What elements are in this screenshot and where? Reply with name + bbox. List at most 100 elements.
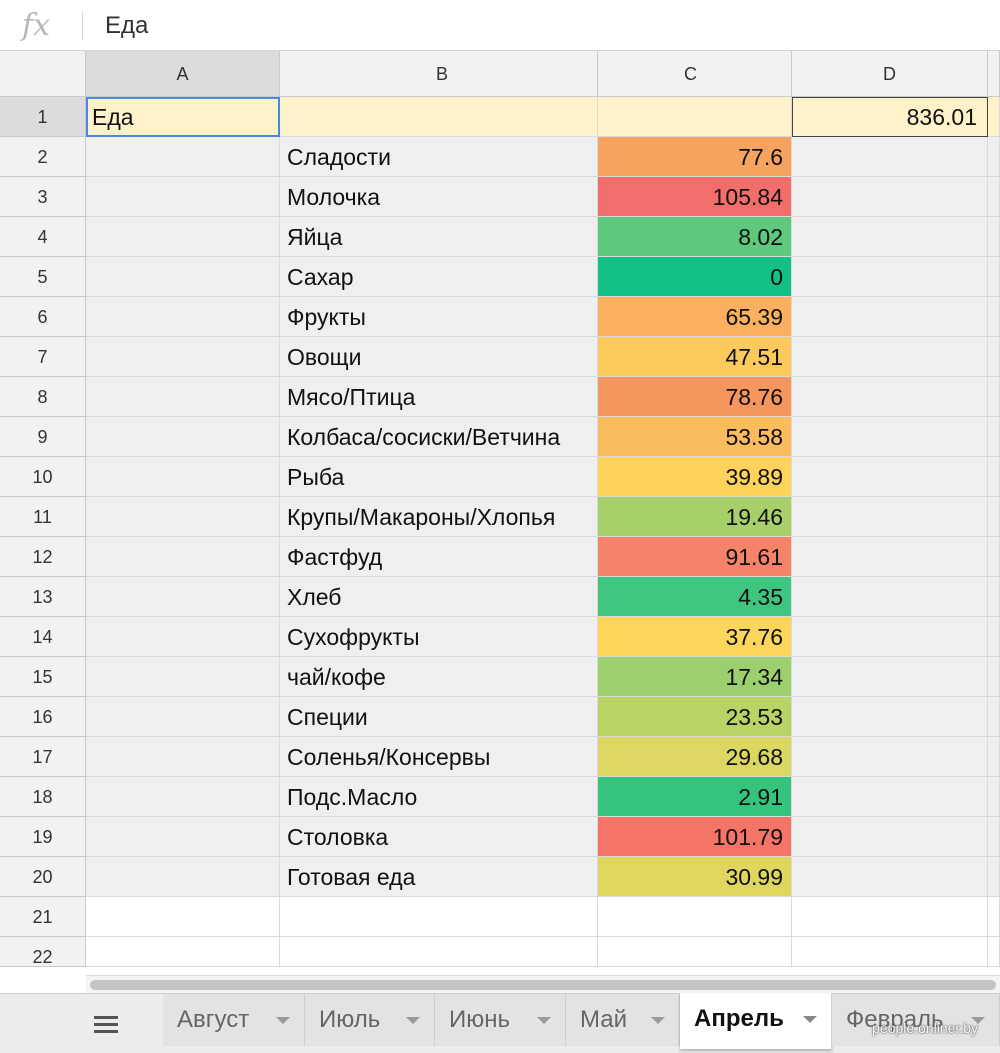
cell[interactable] — [86, 737, 280, 777]
row-number[interactable]: 16 — [0, 697, 86, 737]
row-number[interactable]: 7 — [0, 337, 86, 377]
row-number[interactable]: 12 — [0, 537, 86, 577]
sheet-tab[interactable]: Май — [566, 994, 680, 1046]
category-cell[interactable]: Фастфуд — [280, 537, 598, 577]
cell[interactable] — [988, 337, 1000, 377]
column-header-e[interactable] — [988, 51, 1000, 97]
cell[interactable] — [792, 137, 988, 177]
cell[interactable] — [598, 897, 792, 937]
amount-cell[interactable]: 2.91 — [598, 777, 792, 817]
sheet-tab[interactable]: Апрель — [680, 993, 832, 1049]
horizontal-scrollbar[interactable] — [86, 975, 1000, 994]
cell[interactable] — [988, 297, 1000, 337]
category-cell[interactable]: Рыба — [280, 457, 598, 497]
amount-cell[interactable]: 39.89 — [598, 457, 792, 497]
cell[interactable] — [988, 497, 1000, 537]
cell[interactable] — [988, 257, 1000, 297]
category-cell[interactable]: Специи — [280, 697, 598, 737]
cell[interactable] — [86, 137, 280, 177]
cell[interactable] — [988, 137, 1000, 177]
cell[interactable] — [86, 257, 280, 297]
category-cell[interactable]: Сухофрукты — [280, 617, 598, 657]
cell[interactable] — [988, 697, 1000, 737]
cell[interactable] — [988, 457, 1000, 497]
cell[interactable] — [988, 537, 1000, 577]
category-cell[interactable]: Молочка — [280, 177, 598, 217]
cell[interactable] — [598, 937, 792, 967]
cell[interactable] — [86, 897, 280, 937]
category-cell[interactable]: Яйца — [280, 217, 598, 257]
row-number[interactable]: 6 — [0, 297, 86, 337]
amount-cell[interactable]: 4.35 — [598, 577, 792, 617]
chevron-down-icon[interactable] — [803, 1016, 817, 1023]
selected-cell-a1[interactable]: Еда — [86, 97, 280, 137]
cell[interactable] — [792, 257, 988, 297]
cell[interactable] — [86, 777, 280, 817]
chevron-down-icon[interactable] — [651, 1017, 665, 1024]
cell[interactable] — [86, 657, 280, 697]
cell[interactable] — [988, 177, 1000, 217]
cell[interactable] — [280, 897, 598, 937]
category-cell[interactable]: Готовая еда — [280, 857, 598, 897]
cell[interactable] — [988, 937, 1000, 967]
amount-cell[interactable]: 105.84 — [598, 177, 792, 217]
row-number[interactable]: 21 — [0, 897, 86, 937]
cell[interactable] — [86, 337, 280, 377]
cell[interactable] — [86, 577, 280, 617]
row-number[interactable]: 18 — [0, 777, 86, 817]
cell[interactable] — [988, 577, 1000, 617]
cell[interactable] — [988, 817, 1000, 857]
row-number[interactable]: 19 — [0, 817, 86, 857]
cell[interactable] — [792, 297, 988, 337]
category-cell[interactable]: Столовка — [280, 817, 598, 857]
cell[interactable] — [988, 217, 1000, 257]
cell[interactable] — [86, 377, 280, 417]
amount-cell[interactable]: 17.34 — [598, 657, 792, 697]
row-number[interactable]: 22 — [0, 937, 86, 967]
cell[interactable] — [792, 777, 988, 817]
cell[interactable] — [86, 697, 280, 737]
row-number[interactable]: 1 — [0, 97, 86, 137]
amount-cell[interactable]: 29.68 — [598, 737, 792, 777]
cell-c1[interactable] — [598, 97, 792, 137]
amount-cell[interactable]: 30.99 — [598, 857, 792, 897]
cell[interactable] — [792, 497, 988, 537]
row-number[interactable]: 13 — [0, 577, 86, 617]
cell-e1[interactable] — [988, 97, 1000, 137]
cell[interactable] — [792, 577, 988, 617]
amount-cell[interactable]: 47.51 — [598, 337, 792, 377]
row-number[interactable]: 8 — [0, 377, 86, 417]
sheet-tab[interactable]: Июль — [305, 994, 435, 1046]
row-number[interactable]: 4 — [0, 217, 86, 257]
cell[interactable] — [988, 377, 1000, 417]
cell[interactable] — [988, 617, 1000, 657]
cell[interactable] — [988, 897, 1000, 937]
amount-cell[interactable]: 78.76 — [598, 377, 792, 417]
cell[interactable] — [86, 417, 280, 457]
row-number[interactable]: 3 — [0, 177, 86, 217]
category-cell[interactable]: чай/кофе — [280, 657, 598, 697]
cell[interactable] — [280, 937, 598, 967]
cell[interactable] — [988, 417, 1000, 457]
cell[interactable] — [792, 177, 988, 217]
amount-cell[interactable]: 101.79 — [598, 817, 792, 857]
sheet-tab[interactable]: Июнь — [435, 994, 566, 1046]
amount-cell[interactable]: 0 — [598, 257, 792, 297]
total-cell-d1[interactable]: 836.01 — [792, 97, 988, 137]
cell[interactable] — [792, 537, 988, 577]
cell[interactable] — [988, 857, 1000, 897]
all-sheets-menu-icon[interactable] — [94, 1016, 118, 1037]
cell[interactable] — [792, 377, 988, 417]
category-cell[interactable]: Хлеб — [280, 577, 598, 617]
category-cell[interactable]: Сладости — [280, 137, 598, 177]
row-number[interactable]: 15 — [0, 657, 86, 697]
amount-cell[interactable]: 19.46 — [598, 497, 792, 537]
sheet-tab[interactable]: Август — [163, 994, 305, 1046]
select-all-corner[interactable] — [0, 51, 86, 97]
formula-input[interactable]: Еда — [105, 12, 148, 40]
amount-cell[interactable]: 37.76 — [598, 617, 792, 657]
cell[interactable] — [792, 897, 988, 937]
amount-cell[interactable]: 65.39 — [598, 297, 792, 337]
cell[interactable] — [792, 617, 988, 657]
amount-cell[interactable]: 53.58 — [598, 417, 792, 457]
